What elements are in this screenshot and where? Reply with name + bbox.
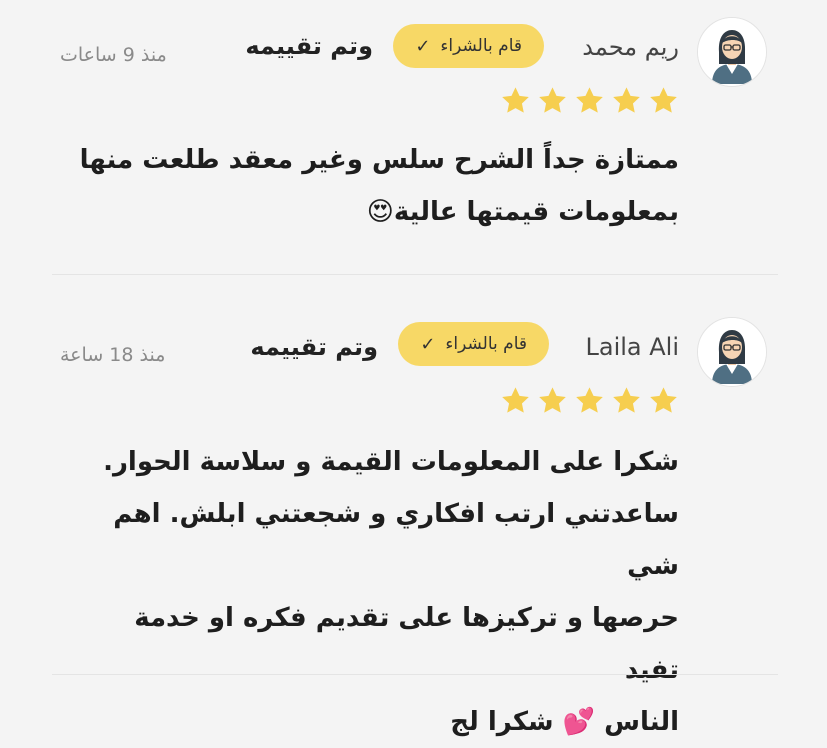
avatar[interactable] — [697, 17, 767, 87]
purchased-badge: قام بالشراء ✓ — [393, 24, 544, 68]
avatar[interactable] — [697, 317, 767, 387]
user-avatar-icon — [698, 318, 766, 386]
review-line: بمعلومات قيمتها عالية😍 — [366, 197, 679, 227]
badge-label: قام بالشراء — [440, 36, 522, 56]
check-icon: ✓ — [420, 333, 436, 355]
star-icon — [650, 87, 677, 113]
user-avatar-icon — [698, 18, 766, 86]
star-icon — [502, 387, 529, 413]
divider — [52, 274, 778, 275]
reviewer-name[interactable]: ريم محمد — [582, 33, 679, 61]
star-rating — [500, 385, 679, 416]
review-line: الناس 💕 شكرا لج — [450, 707, 679, 737]
review-line: شكرا على المعلومات القيمة و سلاسة الحوار… — [103, 447, 679, 477]
rated-label: وتم تقييمه — [245, 32, 373, 60]
review-text: ممتازة جداً الشرح سلس وغير معقد طلعت منه… — [79, 134, 679, 238]
star-icon — [502, 87, 529, 113]
divider — [52, 674, 778, 675]
star-icon — [576, 387, 603, 413]
reviewer-name[interactable]: Laila Ali — [585, 333, 679, 361]
rated-label: وتم تقييمه — [250, 333, 378, 361]
star-icon — [613, 387, 640, 413]
review-line: ساعدتني ارتب افكاري و شجعتني ابلش. اهم ش… — [113, 499, 679, 581]
star-icon — [539, 87, 566, 113]
purchased-badge: قام بالشراء ✓ — [398, 322, 549, 366]
reviews-list: ريم محمد قام بالشراء ✓ وتم تقييمه منذ 9 … — [0, 0, 827, 737]
star-icon — [650, 387, 677, 413]
review-line: حرصها و تركيزها على تقديم فكره او خدمة ت… — [134, 603, 679, 685]
review-time: منذ 18 ساعة — [60, 344, 166, 366]
star-icon — [539, 387, 566, 413]
star-icon — [576, 87, 603, 113]
review-item: ريم محمد قام بالشراء ✓ وتم تقييمه منذ 9 … — [0, 0, 827, 276]
star-icon — [613, 87, 640, 113]
check-icon: ✓ — [415, 35, 431, 57]
star-rating — [500, 85, 679, 116]
review-text: شكرا على المعلومات القيمة و سلاسة الحوار… — [79, 436, 679, 748]
review-time: منذ 9 ساعات — [60, 44, 167, 66]
review-item: Laila Ali قام بالشراء ✓ وتم تقييمه منذ 1… — [0, 276, 827, 737]
badge-label: قام بالشراء — [445, 334, 527, 354]
review-line: ممتازة جداً الشرح سلس وغير معقد طلعت منه… — [79, 145, 679, 175]
